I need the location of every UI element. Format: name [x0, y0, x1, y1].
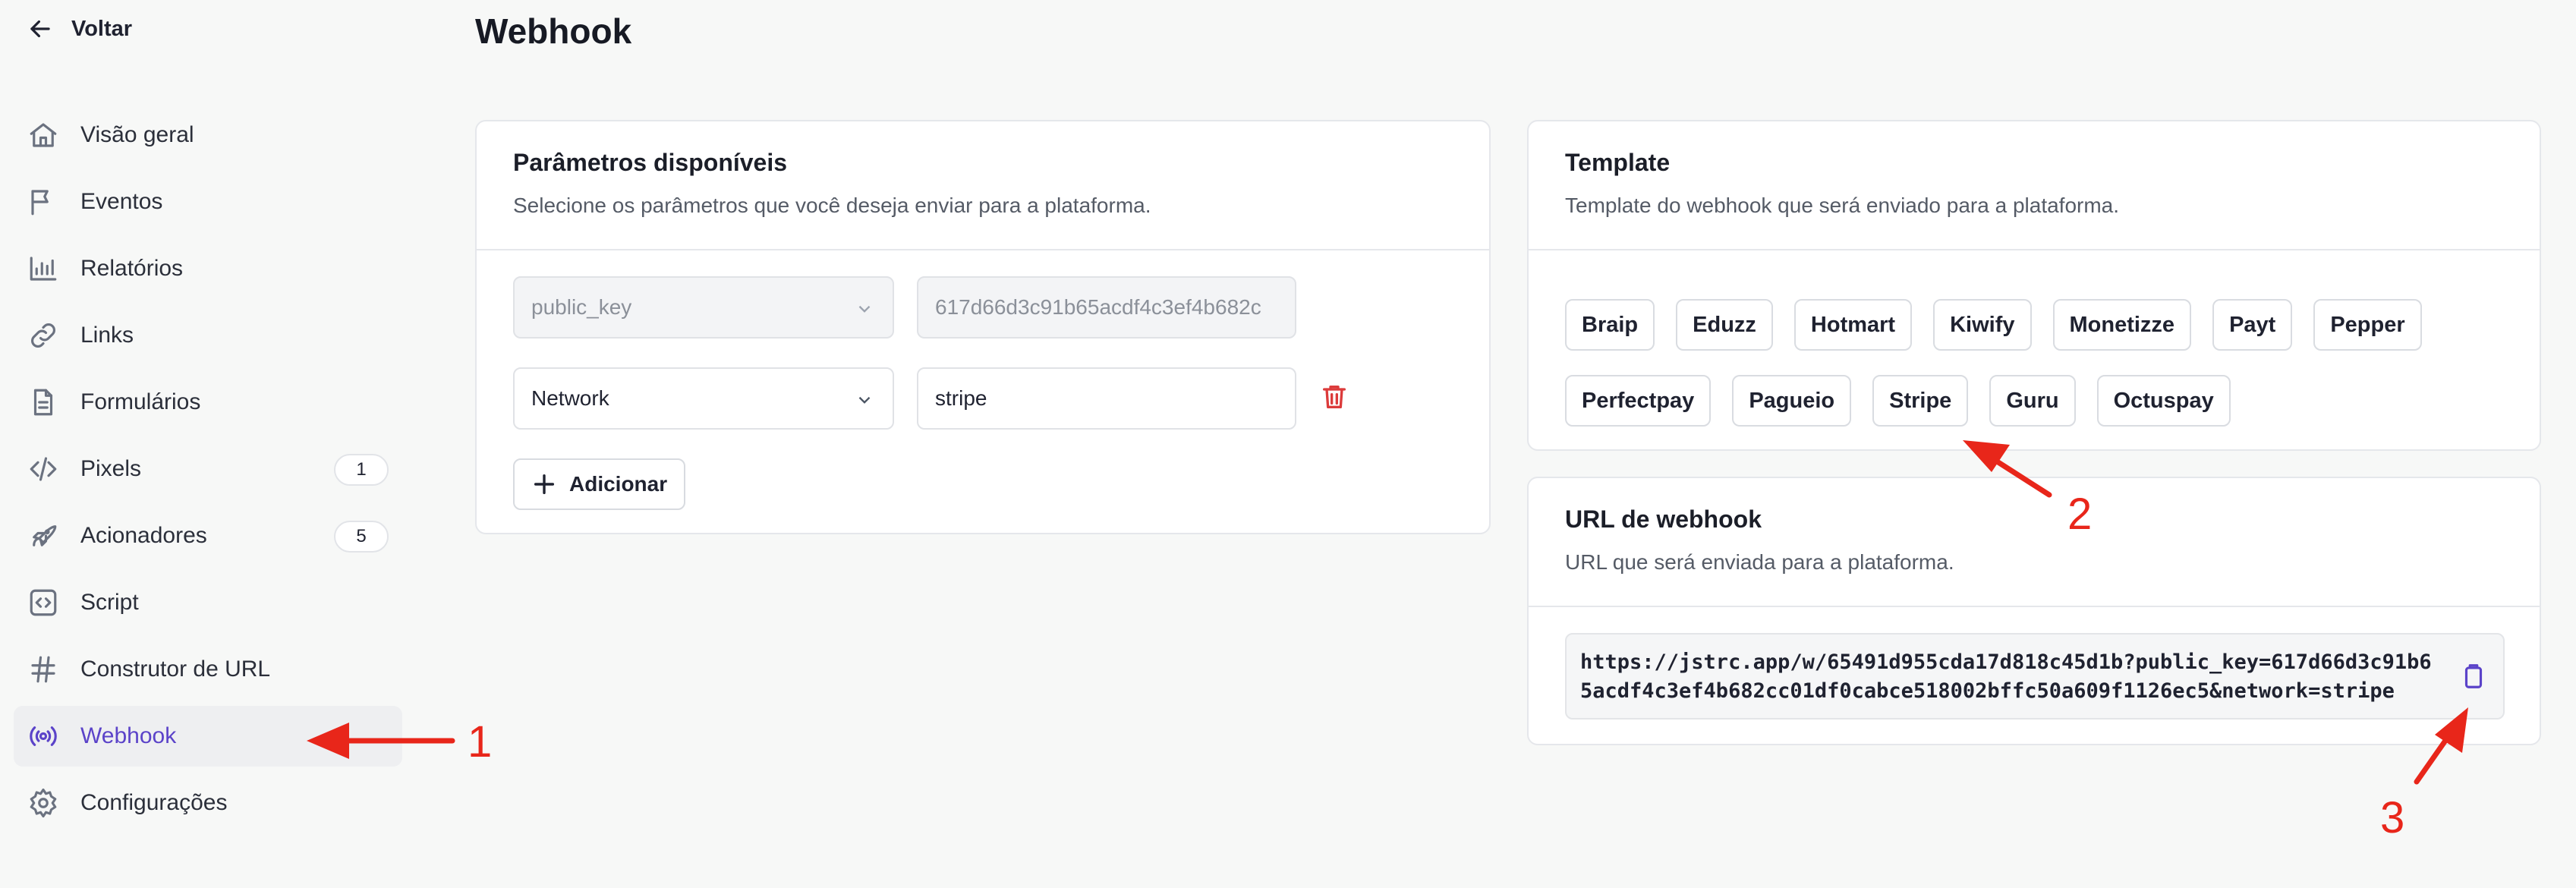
param-value-field[interactable]: stripe	[917, 367, 1296, 430]
count-badge: 1	[334, 454, 389, 486]
param-select[interactable]: Network	[513, 367, 894, 430]
sidebar-item-construtor-de-url[interactable]: Construtor de URL	[14, 639, 402, 700]
plus-icon	[534, 474, 555, 495]
clipboard-icon[interactable]	[2459, 662, 2488, 699]
add-parameter-label: Adicionar	[569, 472, 668, 496]
param-select[interactable]: public_key	[513, 276, 894, 339]
template-option-eduzz[interactable]: Eduzz	[1676, 299, 1773, 351]
sidebar-item-pixels[interactable]: Pixels 1	[14, 439, 402, 499]
url-subtitle: URL que será enviada para a plataforma.	[1565, 550, 1954, 574]
trash-icon[interactable]	[1319, 382, 1349, 416]
template-option-monetizze[interactable]: Monetizze	[2052, 299, 2192, 351]
template-subtitle: Template do webhook que será enviado par…	[1565, 194, 2120, 217]
rocket-icon	[26, 518, 61, 553]
sidebar-item-formularios[interactable]: Formulários	[14, 372, 402, 433]
sidebar-item-label: Eventos	[80, 189, 163, 214]
page-title: Webhook	[475, 11, 632, 51]
sidebar-item-label: Visão geral	[80, 122, 194, 147]
params-card-header: Parâmetros disponíveis Selecione os parâ…	[477, 121, 1489, 250]
webhook-url-text: https://jstrc.app/w/65491d955cda17d818c4…	[1580, 650, 2432, 703]
template-option-guru[interactable]: Guru	[1989, 375, 2076, 427]
param-select-value: public_key	[531, 295, 632, 319]
template-option-braip[interactable]: Braip	[1565, 299, 1655, 351]
template-title: Template	[1565, 149, 1671, 176]
template-option-kiwify[interactable]: Kiwify	[1933, 299, 2032, 351]
template-option-octuspay[interactable]: Octuspay	[2096, 375, 2231, 427]
params-title: Parâmetros disponíveis	[513, 149, 788, 176]
sidebar-item-label: Links	[80, 323, 134, 348]
sidebar-item-label: Formulários	[80, 389, 201, 414]
sidebar-item-acionadores[interactable]: Acionadores 5	[14, 505, 402, 566]
template-options: Braip Eduzz Hotmart Kiwify Monetizze Pay…	[1565, 299, 2506, 427]
annotation-label-2: 2	[2067, 490, 2093, 539]
script-icon	[26, 585, 61, 620]
back-button[interactable]: Voltar	[26, 14, 132, 44]
add-parameter-button[interactable]: Adicionar	[513, 458, 686, 510]
param-select-value: Network	[531, 386, 609, 410]
chevron-down-icon	[855, 390, 874, 410]
template-card: Template Template do webhook que será en…	[1527, 120, 2541, 451]
gear-icon	[26, 786, 61, 820]
annotation-label-3: 3	[2380, 793, 2405, 842]
annotation-label-1: 1	[468, 717, 493, 767]
chart-icon	[26, 251, 61, 286]
params-card: Parâmetros disponíveis Selecione os parâ…	[475, 120, 1491, 534]
sidebar-item-eventos[interactable]: Eventos	[14, 172, 402, 232]
sidebar-item-label: Acionadores	[80, 523, 207, 548]
sidebar-item-label: Webhook	[80, 723, 177, 748]
template-option-perfectpay[interactable]: Perfectpay	[1565, 375, 1712, 427]
url-card-header: URL de webhook URL que será enviada para…	[1529, 478, 2540, 607]
sidebar-item-label: Pixels	[80, 456, 142, 481]
flag-icon	[26, 184, 61, 219]
template-option-hotmart[interactable]: Hotmart	[1793, 299, 1913, 351]
chevron-down-icon	[855, 299, 874, 319]
code-icon	[26, 452, 61, 487]
sidebar-item-label: Script	[80, 590, 139, 615]
template-card-header: Template Template do webhook que será en…	[1529, 121, 2540, 250]
broadcast-icon	[26, 719, 61, 754]
template-option-stripe[interactable]: Stripe	[1872, 375, 1969, 427]
template-option-pepper[interactable]: Pepper	[2313, 299, 2422, 351]
sidebar-nav: Visão geral Eventos Relatórios Links For…	[14, 105, 402, 839]
sidebar-item-label: Relatórios	[80, 256, 184, 281]
webhook-url-card: URL de webhook URL que será enviada para…	[1527, 477, 2541, 745]
sidebar-item-relatorios[interactable]: Relatórios	[14, 238, 402, 299]
sidebar-item-visao-geral[interactable]: Visão geral	[14, 105, 402, 165]
back-label: Voltar	[71, 16, 133, 41]
param-row: Network stripe	[513, 367, 1349, 430]
home-icon	[26, 118, 61, 153]
sidebar-item-links[interactable]: Links	[14, 305, 402, 366]
url-title: URL de webhook	[1565, 505, 1762, 533]
sidebar-item-webhook[interactable]: Webhook	[14, 706, 402, 767]
sidebar-item-configuracoes[interactable]: Configurações	[14, 773, 402, 833]
arrow-left-icon	[30, 20, 50, 38]
sidebar-item-label: Configurações	[80, 790, 228, 815]
count-badge: 5	[334, 521, 389, 553]
hash-icon	[26, 652, 61, 687]
link-icon	[26, 318, 61, 353]
param-value-field[interactable]: 617d66d3c91b65acdf4c3ef4b682c	[917, 276, 1296, 339]
webhook-url-box[interactable]: https://jstrc.app/w/65491d955cda17d818c4…	[1565, 633, 2505, 720]
document-icon	[26, 385, 61, 420]
template-option-pagueio[interactable]: Pagueio	[1732, 375, 1852, 427]
template-option-payt[interactable]: Payt	[2212, 299, 2293, 351]
params-subtitle: Selecione os parâmetros que você deseja …	[513, 194, 1151, 217]
sidebar-item-script[interactable]: Script	[14, 572, 402, 633]
param-row: public_key 617d66d3c91b65acdf4c3ef4b682c	[513, 276, 1296, 339]
sidebar-item-label: Construtor de URL	[80, 657, 271, 682]
